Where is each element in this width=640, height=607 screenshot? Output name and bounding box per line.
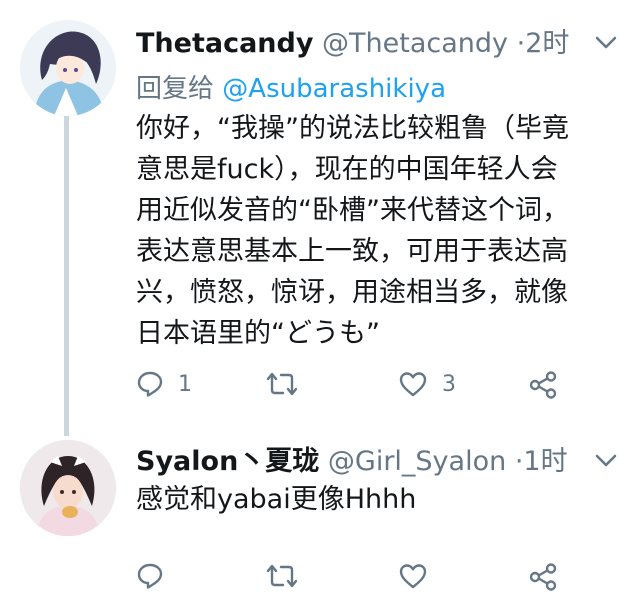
- user-handle[interactable]: @Girl_Syalon: [328, 446, 506, 477]
- reply-icon: [137, 563, 163, 589]
- tweet-text-line: 你好，“我操”的说法比较粗鲁（毕竟: [136, 113, 569, 144]
- chevron-down-icon[interactable]: [594, 35, 618, 51]
- like-button[interactable]: 3: [398, 370, 456, 398]
- avatar-image: [20, 20, 116, 116]
- tweet-header: Thetacandy @Thetacandy ·2时: [136, 26, 569, 62]
- tweet-text-line: 意思是fuck），现在的中国年轻人会: [136, 154, 558, 185]
- like-icon: [399, 564, 427, 589]
- thread-line: [64, 116, 69, 436]
- reply-prefix: 回复给: [136, 74, 215, 104]
- reply-button[interactable]: 1: [136, 370, 192, 398]
- tweet-text-line: 兴，愤怒，惊讶，用途相当多，就像: [136, 277, 568, 308]
- avatar[interactable]: [20, 20, 116, 116]
- reply-count: 1: [178, 371, 192, 397]
- like-icon: [399, 372, 427, 397]
- retweet-icon: [266, 372, 298, 396]
- share-button[interactable]: [528, 370, 558, 400]
- retweet-button[interactable]: [265, 370, 313, 398]
- reply-mention[interactable]: @Asubarashikiya: [222, 74, 446, 104]
- share-icon: [529, 371, 557, 399]
- reply-icon: [137, 371, 163, 397]
- tweet-text: 感觉和yabai更像Hhhh: [136, 479, 416, 520]
- display-name[interactable]: Thetacandy: [136, 28, 313, 59]
- tweet-text-line: 日本语里的“どうも”: [136, 318, 380, 349]
- retweet-button[interactable]: [265, 562, 313, 590]
- tweet-time[interactable]: 1时: [523, 446, 567, 477]
- tweet-text-line: 感觉和yabai更像Hhhh: [136, 484, 417, 515]
- tweet-text-line: 用近似发音的“卧槽”来代替这个词，: [136, 195, 569, 226]
- reply-button[interactable]: [136, 562, 178, 590]
- reply-to: 回复给 @Asubarashikiya: [136, 72, 446, 106]
- user-handle[interactable]: @Thetacandy: [322, 28, 508, 59]
- tweet-header: Syalon丶夏珑 @Girl_Syalon ·1时: [136, 444, 568, 480]
- share-icon: [529, 563, 557, 591]
- share-button[interactable]: [528, 562, 558, 592]
- like-count: 3: [442, 371, 456, 397]
- avatar[interactable]: [20, 440, 116, 536]
- like-button[interactable]: [398, 562, 442, 590]
- retweet-icon: [266, 564, 298, 588]
- avatar-image: [20, 440, 116, 536]
- tweet-time[interactable]: 2时: [525, 28, 569, 59]
- tweet-text-line: 表达意思基本上一致，可用于表达高: [136, 236, 568, 267]
- display-name[interactable]: Syalon丶夏珑: [136, 446, 319, 477]
- tweet-text: 你好，“我操”的说法比较粗鲁（毕竟 意思是fuck），现在的中国年轻人会 用近似…: [136, 108, 569, 354]
- separator-dot: ·: [516, 28, 526, 59]
- chevron-down-icon[interactable]: [594, 453, 618, 469]
